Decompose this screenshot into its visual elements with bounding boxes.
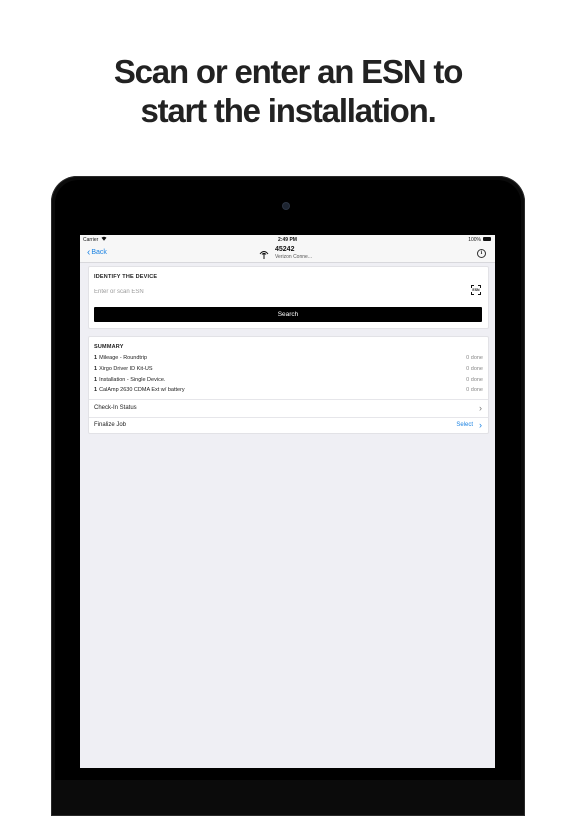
summary-item-name: CalAmp 2630 CDMA Ext w/ battery bbox=[99, 387, 185, 393]
finalize-job-row[interactable]: Finalize Job Select › bbox=[89, 417, 488, 434]
status-bar: Carrier 2:49 PM 100% bbox=[80, 235, 495, 244]
back-button[interactable]: ‹ Back bbox=[87, 247, 107, 258]
summary-title: SUMMARY bbox=[94, 344, 124, 350]
summary-item-status: 0 done bbox=[466, 377, 483, 383]
summary-item-name: Xirgo Driver ID Kit-US bbox=[99, 366, 153, 372]
job-number: 45242 bbox=[275, 246, 295, 253]
summary-item-name: Mileage - Roundtrip bbox=[99, 355, 148, 361]
identify-device-card: IDENTIFY THE DEVICE ESN Search bbox=[88, 266, 489, 329]
chevron-right-icon: › bbox=[479, 403, 482, 413]
summary-item-status: 0 done bbox=[466, 366, 483, 372]
summary-item-qty: 1 bbox=[94, 366, 98, 372]
summary-item-qty: 1 bbox=[94, 387, 98, 393]
job-header: 45242 Verizon Conne... bbox=[258, 246, 312, 260]
headline: Scan or enter an ESN to start the instal… bbox=[0, 52, 576, 130]
finalize-select-link[interactable]: Select bbox=[456, 422, 473, 428]
finalize-job-label: Finalize Job bbox=[94, 422, 127, 428]
antenna-icon bbox=[259, 251, 269, 259]
headline-line-2: start the installation. bbox=[140, 92, 436, 129]
front-camera bbox=[283, 203, 289, 209]
chevron-left-icon: ‹ bbox=[87, 247, 91, 258]
battery-icon bbox=[483, 237, 491, 241]
chevron-right-icon: › bbox=[479, 420, 482, 430]
info-icon[interactable]: i bbox=[477, 249, 486, 258]
check-in-status-label: Check-In Status bbox=[94, 405, 137, 411]
battery-percent: 100% bbox=[468, 237, 481, 243]
summary-item-qty: 1 bbox=[94, 377, 98, 383]
identify-title: IDENTIFY THE DEVICE bbox=[94, 274, 158, 280]
summary-item-name: Installation - Single Device. bbox=[99, 377, 166, 383]
esn-input[interactable] bbox=[94, 289, 454, 295]
app-screen: Carrier 2:49 PM 100% ‹ Back 45242 Verizo… bbox=[80, 235, 495, 768]
summary-item: 1 Installation - Single Device. 0 done bbox=[94, 377, 483, 387]
summary-item: 1 CalAmp 2630 CDMA Ext w/ battery 0 done bbox=[94, 387, 483, 397]
summary-item: 1 Xirgo Driver ID Kit-US 0 done bbox=[94, 366, 483, 376]
check-in-status-row[interactable]: Check-In Status › bbox=[89, 400, 488, 417]
navigation-bar: ‹ Back 45242 Verizon Conne... i bbox=[80, 244, 495, 263]
job-customer: Verizon Conne... bbox=[275, 254, 312, 260]
summary-item-qty: 1 bbox=[94, 355, 98, 361]
back-label: Back bbox=[91, 249, 107, 256]
summary-item-status: 0 done bbox=[466, 355, 483, 361]
summary-card: SUMMARY 1 Mileage - Roundtrip 0 done 1 Xir… bbox=[88, 336, 489, 434]
headline-line-1: Scan or enter an ESN to bbox=[113, 53, 464, 90]
search-button[interactable]: Search bbox=[94, 307, 482, 322]
summary-item-status: 0 done bbox=[466, 387, 483, 393]
scan-barcode-icon[interactable]: ESN bbox=[471, 285, 481, 295]
status-time: 2:49 PM bbox=[278, 237, 297, 243]
summary-item: 1 Mileage - Roundtrip 0 done bbox=[94, 355, 483, 365]
